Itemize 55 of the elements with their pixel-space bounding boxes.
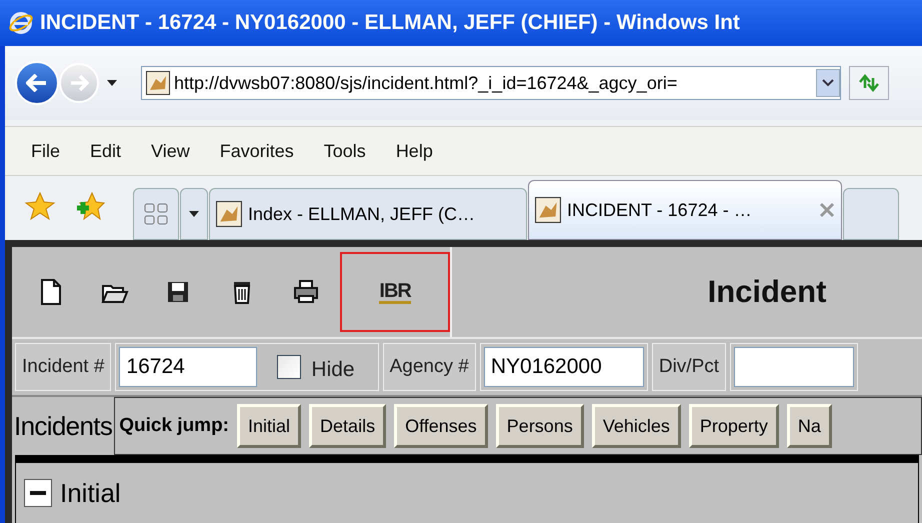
input-field[interactable]: NY0162000 bbox=[484, 347, 644, 387]
tab-label: Index - ELLMAN, JEFF (C… bbox=[248, 202, 476, 226]
grid-icon bbox=[144, 203, 168, 225]
menu-item[interactable]: Help bbox=[396, 138, 433, 164]
browser-tab[interactable]: Index - ELLMAN, JEFF (C… bbox=[209, 188, 527, 240]
jump-button[interactable]: Initial bbox=[237, 404, 302, 448]
menu-item[interactable]: Favorites bbox=[220, 138, 294, 164]
dropdown-caret-icon[interactable] bbox=[107, 80, 117, 86]
back-arrow-icon bbox=[26, 74, 48, 92]
page-icon bbox=[146, 71, 170, 95]
menu-item[interactable]: Tools bbox=[324, 138, 366, 164]
back-button[interactable] bbox=[15, 61, 59, 105]
address-field[interactable]: http://dvwsb07:8080/sjs/incident.html?_i_id=16724&_agcy_ori= bbox=[141, 66, 841, 100]
input-field[interactable] bbox=[734, 347, 854, 387]
browser-logo-icon bbox=[8, 10, 34, 36]
field-label: Div/Pct bbox=[652, 343, 726, 391]
page-icon bbox=[535, 197, 561, 223]
caret-icon bbox=[189, 211, 199, 217]
page-icon bbox=[216, 201, 242, 227]
tab-list-button[interactable] bbox=[180, 188, 208, 240]
ibr-button[interactable]: IBR bbox=[340, 252, 450, 332]
star-icon[interactable] bbox=[25, 192, 55, 220]
forward-arrow-icon bbox=[69, 75, 89, 91]
quick-tabs-button[interactable] bbox=[133, 188, 179, 240]
refresh-button[interactable] bbox=[849, 66, 889, 100]
quick-jump-label: Quick jump: bbox=[119, 414, 230, 438]
jump-button[interactable]: Persons bbox=[496, 404, 584, 448]
menu-item[interactable]: Edit bbox=[90, 138, 122, 164]
page-title: Incident bbox=[708, 272, 826, 311]
field-label: Incident # bbox=[15, 343, 112, 391]
field-label: Agency # bbox=[382, 343, 476, 391]
jump-button[interactable]: Property bbox=[688, 404, 779, 448]
jump-button[interactable]: Na bbox=[786, 404, 832, 448]
add-star-icon[interactable] bbox=[75, 192, 105, 220]
jump-button[interactable]: Details bbox=[309, 404, 386, 448]
tab-label: INCIDENT - 16724 - … bbox=[567, 198, 753, 222]
url-text: http://dvwsb07:8080/sjs/incident.html?_i_id=16724&_agcy_ori= bbox=[174, 72, 678, 95]
collapse-button[interactable] bbox=[24, 479, 52, 507]
refresh-arrows-icon bbox=[858, 74, 880, 92]
section-label: Incidents bbox=[13, 410, 114, 442]
menu-item[interactable]: View bbox=[151, 138, 190, 164]
printer-icon bbox=[292, 278, 320, 306]
minus-icon bbox=[30, 491, 46, 495]
jump-button[interactable]: Vehicles bbox=[592, 404, 681, 448]
checkbox[interactable] bbox=[277, 355, 302, 379]
close-icon[interactable] bbox=[819, 202, 835, 218]
menu-item[interactable]: File bbox=[31, 138, 60, 164]
checkbox-label: Hide bbox=[311, 357, 355, 384]
address-dropdown-button[interactable] bbox=[816, 69, 840, 97]
input-field[interactable]: 16724 bbox=[119, 347, 258, 387]
browser-tab[interactable]: INCIDENT - 16724 - … bbox=[528, 180, 842, 240]
caret-icon bbox=[822, 79, 834, 87]
jump-button[interactable]: Offenses bbox=[394, 404, 488, 448]
panel-title: Initial bbox=[60, 476, 121, 510]
window-title: INCIDENT - 16724 - NY0162000 - ELLMAN, JEFF (CHIEF) - Windows Int bbox=[40, 10, 740, 36]
